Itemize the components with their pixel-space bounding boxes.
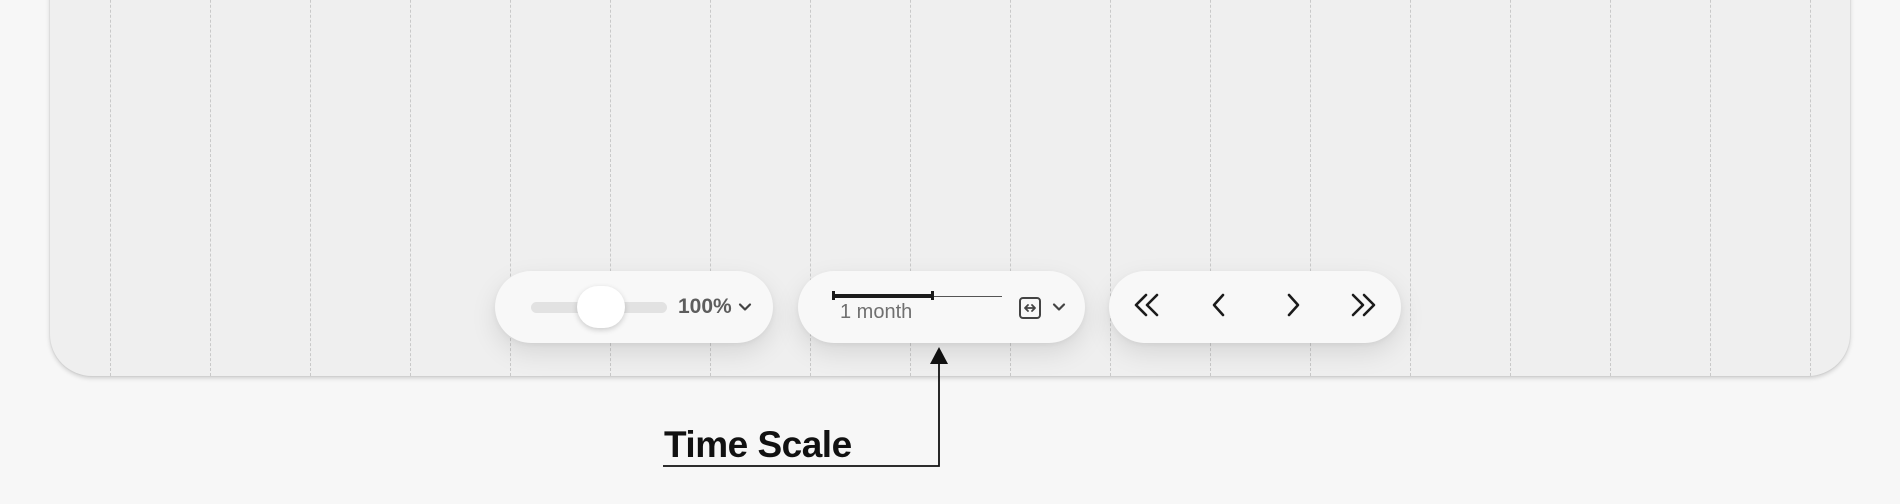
callout-arrow (663, 347, 948, 467)
callout-label: Time Scale (664, 424, 852, 465)
stage: 100% 1 month Time Scale (0, 0, 1900, 504)
